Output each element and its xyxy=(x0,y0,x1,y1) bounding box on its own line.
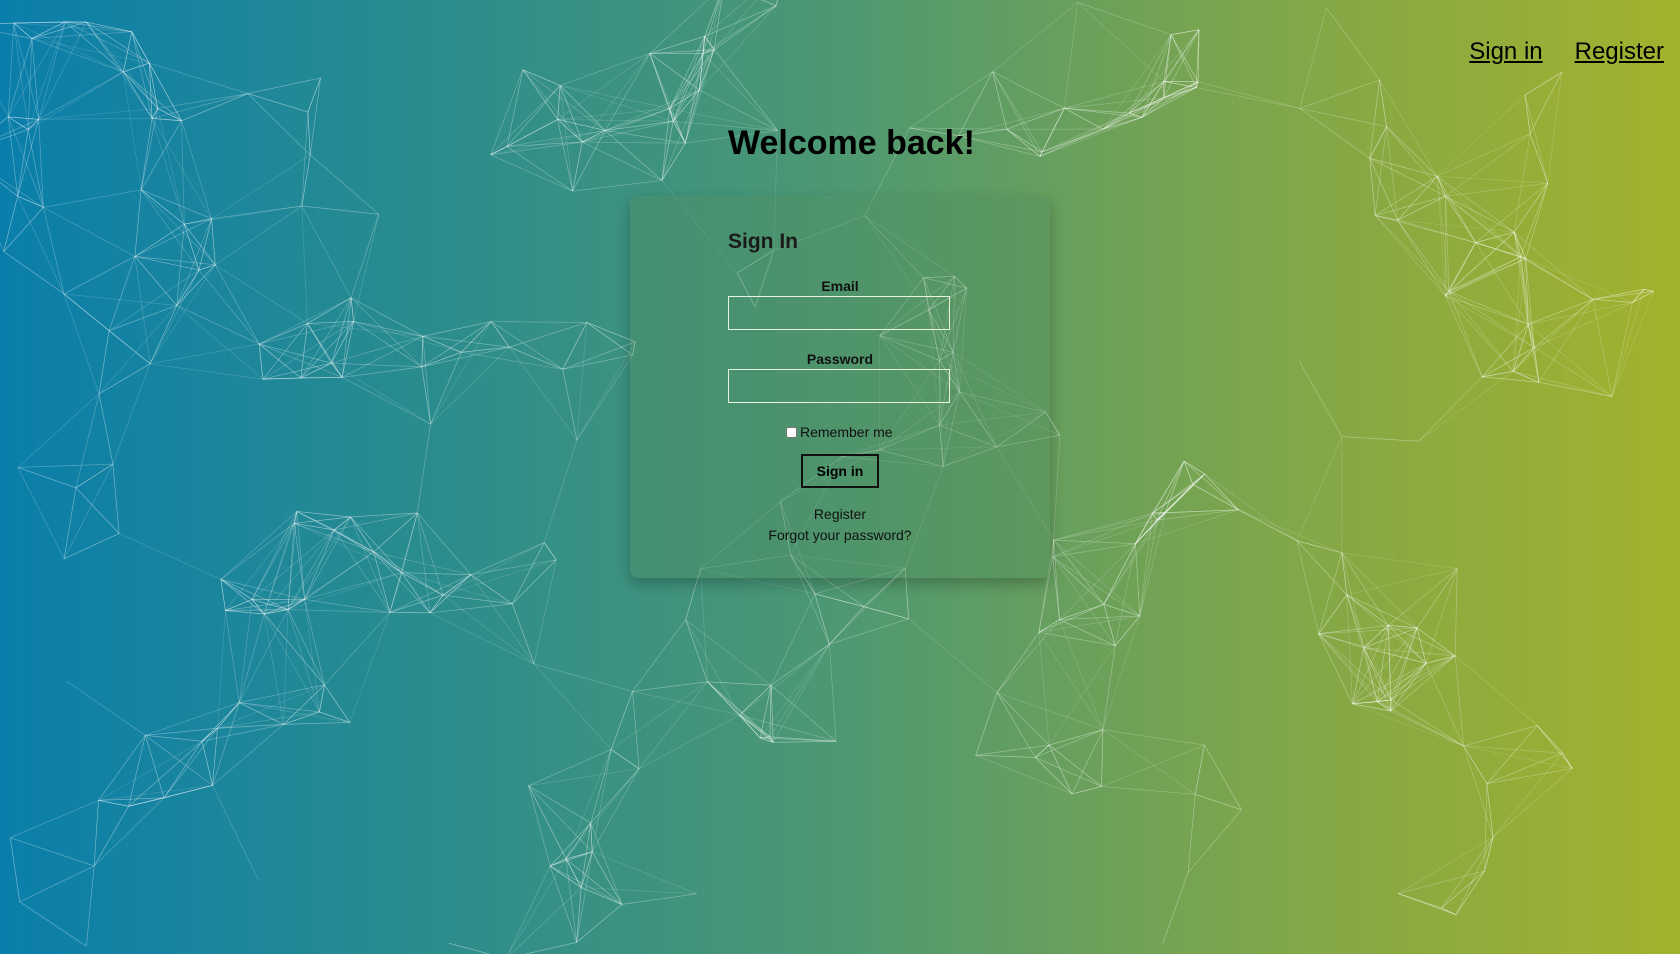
card-title: Sign In xyxy=(728,230,798,253)
remember-me-row[interactable]: Remember me xyxy=(786,424,893,440)
remember-me-checkbox[interactable] xyxy=(786,426,797,438)
register-link[interactable]: Register xyxy=(728,506,952,522)
top-navigation: Sign in Register xyxy=(1469,38,1664,66)
nav-sign-in-link[interactable]: Sign in xyxy=(1469,38,1542,66)
nav-register-link[interactable]: Register xyxy=(1575,38,1664,66)
forgot-password-link[interactable]: Forgot your password? xyxy=(728,527,952,543)
sign-in-card: Sign In Email Password Remember me Sign … xyxy=(630,196,1050,578)
page-title: Welcome back! xyxy=(728,124,975,162)
password-label: Password xyxy=(806,351,874,367)
password-field[interactable] xyxy=(728,369,950,403)
sign-in-button[interactable]: Sign in xyxy=(801,454,879,488)
remember-me-label: Remember me xyxy=(800,424,893,440)
email-label: Email xyxy=(821,278,859,294)
email-field[interactable] xyxy=(728,296,950,330)
